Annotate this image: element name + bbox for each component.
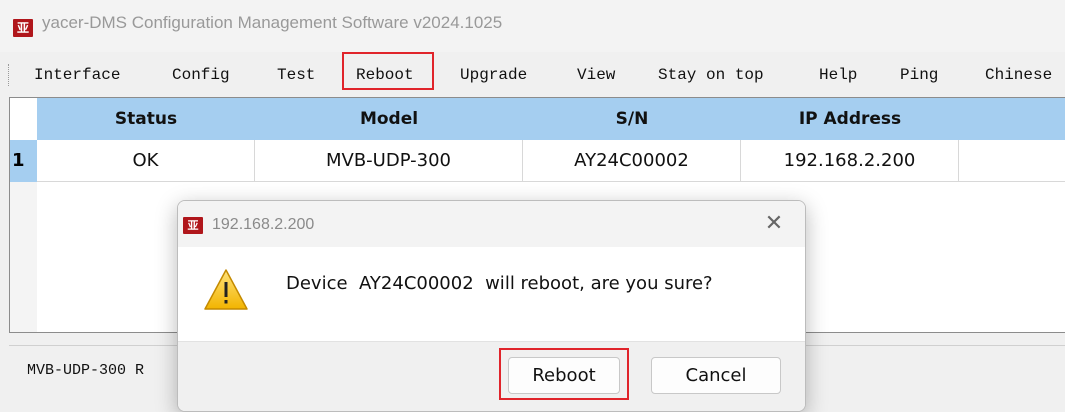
menu-grip[interactable] [8, 64, 11, 86]
menu-chinese[interactable]: Chinese [985, 61, 1052, 89]
dialog-app-icon: 亚 [183, 217, 203, 234]
cell-extra[interactable] [959, 140, 1065, 182]
table-corner[interactable] [10, 98, 37, 140]
dialog-body: Device AY24C00002 will reboot, are you s… [178, 247, 805, 341]
dialog-title-bar[interactable]: 亚 192.168.2.200 ✕ [178, 201, 805, 247]
app-icon: 亚 [13, 19, 33, 37]
reboot-menu-highlight [342, 52, 434, 90]
cell-ip[interactable]: 192.168.2.200 [741, 140, 959, 182]
menu-stay-on-top[interactable]: Stay on top [658, 61, 764, 89]
menu-interface[interactable]: Interface [34, 61, 120, 89]
column-header-sn[interactable]: S/N [523, 98, 741, 140]
menu-help[interactable]: Help [819, 61, 857, 89]
reboot-confirm-dialog: 亚 192.168.2.200 ✕ Device AY24C00002 will… [177, 200, 806, 412]
menu-ping[interactable]: Ping [900, 61, 938, 89]
row-number[interactable]: 1 [10, 140, 37, 182]
cell-status[interactable]: OK [37, 140, 255, 182]
title-bar: 亚 yacer-DMS Configuration Management Sof… [0, 0, 1065, 52]
dialog-message: Device AY24C00002 will reboot, are you s… [286, 273, 713, 294]
table-header: Status Model S/N IP Address [37, 98, 1065, 140]
cell-model[interactable]: MVB-UDP-300 [255, 140, 523, 182]
warning-icon [204, 269, 248, 310]
menu-view[interactable]: View [577, 61, 615, 89]
reboot-button-highlight [499, 348, 629, 400]
close-icon[interactable]: ✕ [760, 210, 788, 238]
column-header-ip[interactable]: IP Address [741, 98, 959, 140]
cell-sn[interactable]: AY24C00002 [523, 140, 741, 182]
menu-config[interactable]: Config [172, 61, 230, 89]
menu-upgrade[interactable]: Upgrade [460, 61, 527, 89]
dialog-title: 192.168.2.200 [212, 216, 315, 233]
column-header-status[interactable]: Status [37, 98, 255, 140]
column-header-model[interactable]: Model [255, 98, 523, 140]
window-title: yacer-DMS Configuration Management Softw… [42, 13, 503, 32]
row-header-gutter [10, 182, 37, 332]
cancel-button[interactable]: Cancel [651, 357, 781, 394]
status-text: MVB-UDP-300 R [27, 362, 145, 379]
dialog-footer: Reboot Cancel [178, 341, 805, 411]
menu-test[interactable]: Test [277, 61, 315, 89]
